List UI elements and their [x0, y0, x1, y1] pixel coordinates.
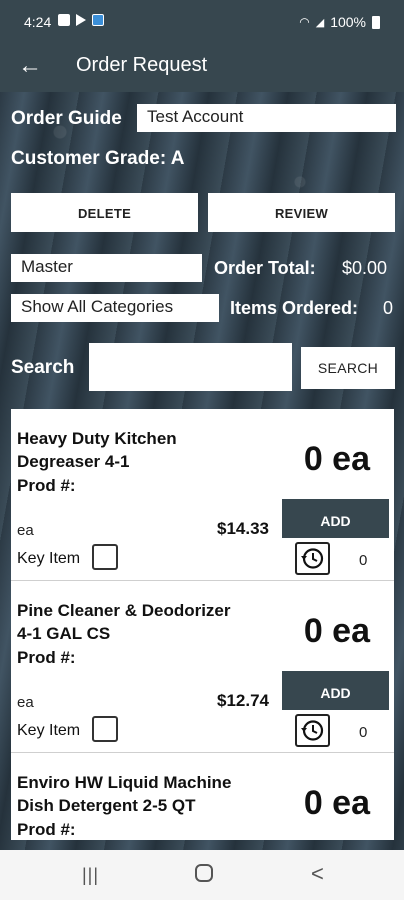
wifi-icon: ◠	[299, 15, 310, 29]
search-button[interactable]: SEARCH	[301, 347, 395, 389]
product-number: Prod #:	[17, 820, 76, 839]
order-guide-select[interactable]: Test Account	[137, 104, 396, 132]
key-item-checkbox[interactable]	[92, 716, 118, 742]
review-button[interactable]: REVIEW	[208, 193, 395, 232]
product-item: Heavy Duty Kitchen Degreaser 4-1 Prod #:…	[11, 409, 394, 581]
product-price: $12.74	[217, 691, 269, 710]
signal-icon: ◢	[315, 16, 325, 29]
app-bar: ← Order Request	[0, 44, 404, 92]
page-title: Order Request	[76, 54, 208, 76]
recents-icon[interactable]: |||	[82, 865, 99, 886]
search-label: Search	[11, 357, 75, 378]
history-icon[interactable]	[295, 542, 330, 575]
history-count: 0	[359, 552, 368, 569]
product-number: Prod #:	[17, 476, 76, 495]
history-icon[interactable]	[295, 714, 330, 747]
category-dropdown[interactable]: Show All Categories	[11, 294, 219, 322]
product-number: Prod #:	[17, 648, 76, 667]
delete-button[interactable]: DELETE	[11, 193, 198, 232]
notification-icons	[58, 14, 104, 26]
key-item-label: Key Item	[17, 722, 81, 739]
product-list[interactable]: Heavy Duty Kitchen Degreaser 4-1 Prod #:…	[11, 409, 394, 840]
back-icon[interactable]: <	[311, 861, 324, 887]
product-name: Heavy Duty Kitchen Degreaser 4-1	[17, 429, 177, 471]
system-nav-bar: ||| <	[0, 850, 404, 900]
product-quantity[interactable]: 0 ea	[304, 612, 370, 651]
product-quantity[interactable]: 0 ea	[304, 784, 370, 823]
status-time: 4:24	[24, 14, 52, 30]
product-item: Enviro HW Liquid Machine Dish Detergent …	[11, 753, 394, 840]
product-name: Pine Cleaner & Deodorizer 4-1 GAL CS	[17, 601, 231, 643]
product-quantity[interactable]: 0 ea	[304, 440, 370, 479]
product-item: Pine Cleaner & Deodorizer 4-1 GAL CS Pro…	[11, 581, 394, 753]
image-icon	[58, 14, 70, 26]
add-button[interactable]: ADD	[282, 671, 389, 710]
battery-percent: 100%	[330, 14, 366, 30]
order-total-label: Order Total:	[214, 258, 316, 278]
send-icon	[76, 14, 86, 26]
battery-icon	[372, 15, 380, 29]
back-arrow-icon[interactable]: ←	[18, 52, 42, 80]
app-icon	[92, 14, 104, 26]
product-unit: ea	[17, 694, 34, 711]
key-item-checkbox[interactable]	[92, 544, 118, 570]
add-button[interactable]: ADD	[282, 499, 389, 538]
product-price: $14.33	[217, 519, 269, 538]
items-ordered-label: Items Ordered:	[230, 298, 359, 318]
home-icon[interactable]	[195, 864, 213, 882]
product-name: Enviro HW Liquid Machine Dish Detergent …	[17, 773, 232, 815]
key-item-label: Key Item	[17, 550, 81, 567]
items-ordered-value: 0	[383, 298, 394, 318]
order-guide-label: Order Guide	[11, 108, 122, 129]
history-count: 0	[359, 724, 368, 741]
order-total-value: $0.00	[342, 258, 388, 278]
search-input[interactable]	[89, 343, 292, 391]
customer-grade: Customer Grade: A	[11, 148, 185, 169]
status-right: ◠ ◢ 100%	[299, 14, 380, 30]
status-bar: 4:24 ◠ ◢ 100%	[0, 0, 404, 44]
guide-dropdown[interactable]: Master	[11, 254, 202, 282]
product-unit: ea	[17, 522, 34, 539]
